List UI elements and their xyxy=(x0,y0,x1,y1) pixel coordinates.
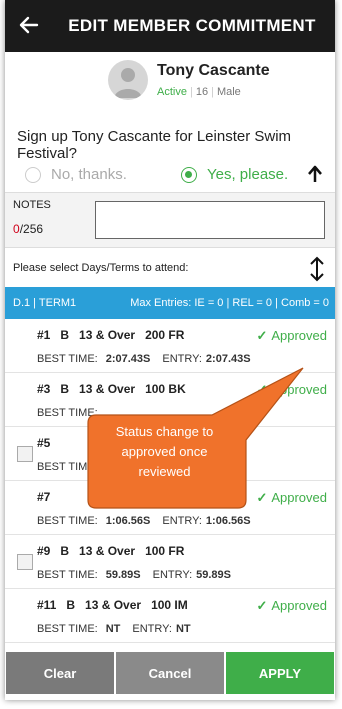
max-entries: Max Entries: IE = 0 | REL = 0 | Comb = 0 xyxy=(130,297,329,309)
member-gender: Male xyxy=(216,86,241,98)
apply-button[interactable]: APPLY xyxy=(226,652,334,694)
approved-status: ✓ Approved xyxy=(256,598,327,613)
no-radio[interactable] xyxy=(25,166,41,183)
event-row[interactable]: #7 BEST TIME: 1:06.56S ENTRY: 1:06.56S ✓ App… xyxy=(5,481,335,535)
check-icon: ✓ xyxy=(256,382,268,397)
yes-please-option[interactable]: Yes, please. xyxy=(181,166,288,183)
up-arrow-icon[interactable] xyxy=(306,165,324,183)
app-frame: EDIT MEMBER COMMITMENT Tony Cascante Act… xyxy=(5,0,335,700)
approved-status: ✓ Approved xyxy=(256,490,327,505)
app-header: EDIT MEMBER COMMITMENT xyxy=(5,0,335,52)
member-meta: Active | 16 | Male xyxy=(157,86,241,98)
no-thanks-option[interactable]: No, thanks. xyxy=(25,166,127,183)
callout-text: Status change to approved once reviewed xyxy=(115,424,214,479)
notes-char-count: 0/256 xyxy=(13,222,44,236)
event-checkbox[interactable] xyxy=(17,446,33,462)
term-header[interactable]: D.1 | TERM1 Max Entries: IE = 0 | REL = … xyxy=(5,287,335,319)
check-icon: ✓ xyxy=(256,598,268,613)
term-name: D.1 | TERM1 xyxy=(13,297,77,309)
event-row[interactable]: #11 B 13 & Over 100 IM BEST TIME: NT ENTRY: NT… xyxy=(5,589,335,643)
back-arrow-icon[interactable] xyxy=(17,13,41,37)
yes-please-label: Yes, please. xyxy=(207,166,289,183)
notes-section: NOTES 0/256 xyxy=(5,192,335,248)
page-title: EDIT MEMBER COMMITMENT xyxy=(68,16,316,35)
action-bar: Clear Cancel APPLY xyxy=(5,652,335,694)
signup-question: Sign up Tony Cascante for Leinster Swim … xyxy=(17,128,292,162)
approved-status: ✓ Approved xyxy=(256,328,327,343)
member-name: Tony Cascante xyxy=(157,62,270,79)
person-icon xyxy=(114,68,142,98)
no-thanks-label: No, thanks. xyxy=(51,166,127,183)
event-checkbox[interactable] xyxy=(17,554,33,570)
member-profile: Tony Cascante Active | 16 | Male xyxy=(5,52,335,118)
sort-icon[interactable] xyxy=(307,256,327,282)
event-row[interactable]: #9 B 13 & Over 100 FR BEST TIME: 59.89S ENTRY… xyxy=(5,535,335,589)
notes-label: NOTES xyxy=(13,199,51,211)
avatar xyxy=(108,60,148,100)
notes-input[interactable] xyxy=(95,201,325,239)
select-days-label: Please select Days/Terms to attend: xyxy=(13,262,189,274)
check-icon: ✓ xyxy=(256,490,268,505)
approved-status: ✓ Approved xyxy=(256,382,327,397)
member-age: 16 xyxy=(195,86,209,98)
cancel-button[interactable]: Cancel xyxy=(116,652,224,694)
check-icon: ✓ xyxy=(256,328,268,343)
member-status: Active xyxy=(157,86,187,98)
yes-radio[interactable] xyxy=(181,166,197,183)
event-row[interactable]: #3 B 13 & Over 100 BK BEST TIME: ✓ Approved xyxy=(5,373,335,427)
clear-button[interactable]: Clear xyxy=(6,652,114,694)
event-row[interactable]: #1 B 13 & Over 200 FR BEST TIME: 2:07.43S ENT… xyxy=(5,319,335,373)
